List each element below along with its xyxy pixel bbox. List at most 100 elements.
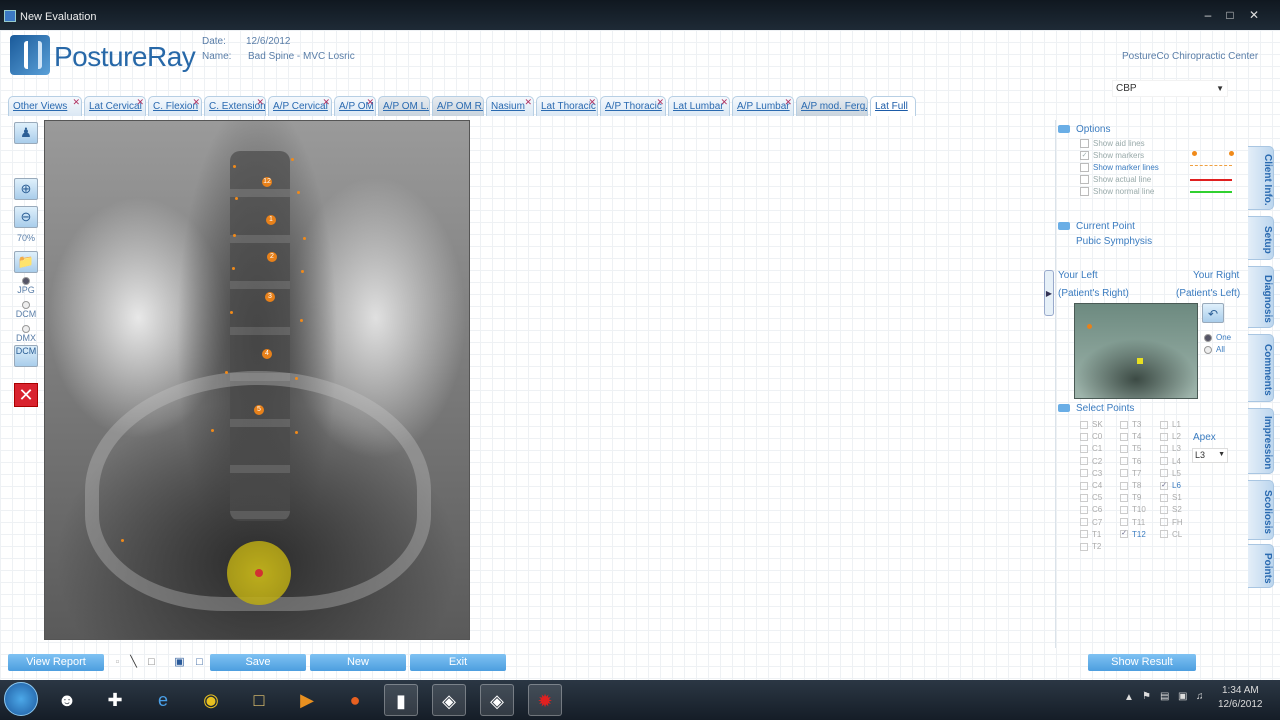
close-tab-icon[interactable]: ✕: [784, 97, 792, 108]
point-option-t12[interactable]: ✓ T12: [1120, 530, 1146, 539]
vertebra-marker[interactable]: 3: [265, 292, 275, 302]
all-option[interactable]: All: [1204, 345, 1225, 354]
checkbox[interactable]: [1080, 505, 1088, 514]
show-markers-option[interactable]: ✓ Show markers: [1080, 151, 1144, 160]
point-option-l3[interactable]: L3: [1160, 444, 1181, 453]
close-tab-icon[interactable]: ✕: [256, 97, 264, 108]
tab-lat-thoracic[interactable]: Lat Thoracic ✕: [536, 96, 598, 116]
dcm-button[interactable]: DCM: [14, 345, 38, 367]
point-option-l2[interactable]: L2: [1160, 432, 1181, 441]
tab-scoliosis[interactable]: Scoliosis: [1248, 480, 1274, 540]
checkbox[interactable]: [1120, 432, 1128, 441]
point-option-t4[interactable]: T4: [1120, 432, 1141, 441]
checkbox[interactable]: [1160, 457, 1168, 466]
checkbox[interactable]: [1160, 420, 1168, 429]
expand-handle-icon[interactable]: ▶: [1044, 270, 1054, 316]
close-tab-icon[interactable]: ✕: [136, 97, 144, 108]
pubic-symphysis-marker[interactable]: [227, 541, 291, 605]
point-option-s1[interactable]: S1: [1160, 493, 1182, 502]
tab-c-flexion[interactable]: C. Flexion ✕: [148, 96, 202, 116]
point-option-c1[interactable]: C1: [1080, 444, 1102, 453]
show-normal-line-option[interactable]: Show normal line: [1080, 187, 1154, 196]
tab-other-views[interactable]: Other Views ✕: [8, 96, 82, 116]
open-folder-icon[interactable]: 📁: [14, 251, 38, 273]
point-option-c3[interactable]: C3: [1080, 469, 1102, 478]
user-app-icon[interactable]: ☻: [50, 684, 84, 716]
frame-icon[interactable]: □: [194, 657, 205, 668]
select-points-header[interactable]: Select Points: [1056, 402, 1244, 416]
rectangle-tool-icon[interactable]: □: [146, 657, 157, 668]
tab-ap-lumbar[interactable]: A/P Lumbar ✕: [732, 96, 794, 116]
vertebra-marker[interactable]: 2: [267, 252, 277, 262]
close-tab-icon[interactable]: ✕: [588, 97, 596, 108]
point-option-c5[interactable]: C5: [1080, 493, 1102, 502]
rotate-icon[interactable]: ↶: [1202, 303, 1224, 323]
checkbox[interactable]: [1120, 505, 1128, 514]
point-option-fh[interactable]: FH: [1160, 518, 1183, 527]
point-option-c0[interactable]: C0: [1080, 432, 1102, 441]
vertebra-marker[interactable]: 1: [266, 215, 276, 225]
checkbox[interactable]: [1080, 432, 1088, 441]
checkbox[interactable]: [1160, 432, 1168, 441]
checkbox[interactable]: [1160, 444, 1168, 453]
minimize-button[interactable]: –: [1198, 8, 1218, 22]
checkbox[interactable]: ✓: [1160, 481, 1168, 490]
point-option-t8[interactable]: T8: [1120, 481, 1141, 490]
flag-icon[interactable]: ⚑: [1142, 691, 1151, 702]
point-option-t5[interactable]: T5: [1120, 444, 1141, 453]
checkbox[interactable]: [1080, 457, 1088, 466]
tab-diagnosis[interactable]: Diagnosis: [1248, 266, 1274, 328]
close-tab-icon[interactable]: ✕: [72, 97, 80, 108]
point-option-cl[interactable]: CL: [1160, 530, 1182, 539]
point-option-c7[interactable]: C7: [1080, 518, 1102, 527]
options-header[interactable]: Options: [1056, 123, 1244, 137]
app-taskbar-icon[interactable]: ◈: [432, 684, 466, 716]
checkbox[interactable]: [1080, 469, 1088, 478]
checkbox[interactable]: [1080, 139, 1089, 148]
tab-ap-mod-ferg[interactable]: A/P mod. Ferg.: [796, 96, 868, 116]
tab-lat-cervical[interactable]: Lat Cervical ✕: [84, 96, 146, 116]
jpg-radio[interactable]: [22, 277, 30, 285]
close-tab-icon[interactable]: ✕: [322, 97, 330, 108]
close-button[interactable]: ✕: [1244, 8, 1264, 22]
edge-point[interactable]: [233, 165, 236, 168]
point-option-s2[interactable]: S2: [1160, 505, 1182, 514]
edge-point[interactable]: [230, 311, 233, 314]
point-option-c2[interactable]: C2: [1080, 457, 1102, 466]
media-player-icon[interactable]: ▶: [290, 684, 324, 716]
tab-setup[interactable]: Setup: [1248, 216, 1274, 260]
vertebra-marker[interactable]: 5: [254, 405, 264, 415]
view-report-button[interactable]: View Report: [8, 654, 104, 671]
point-option-t3[interactable]: T3: [1120, 420, 1141, 429]
checkbox[interactable]: [1080, 187, 1089, 196]
checkbox[interactable]: [1080, 175, 1089, 184]
start-button[interactable]: [4, 682, 38, 716]
app-taskbar-icon[interactable]: ✹: [528, 684, 562, 716]
tab-ap-om[interactable]: A/P OM ✕: [334, 96, 376, 116]
checkbox[interactable]: [1160, 505, 1168, 514]
point-option-t1[interactable]: T1: [1080, 530, 1101, 539]
close-tab-icon[interactable]: ✕: [524, 97, 532, 108]
zoom-out-icon[interactable]: ⊖: [14, 206, 38, 228]
checkbox[interactable]: [1120, 518, 1128, 527]
show-actual-line-option[interactable]: Show actual line: [1080, 175, 1151, 184]
point-option-sk[interactable]: SK: [1080, 420, 1103, 429]
point-option-l5[interactable]: L5: [1160, 469, 1181, 478]
checkbox[interactable]: [1120, 444, 1128, 453]
checkbox[interactable]: [1160, 493, 1168, 502]
tab-lat-lumbar[interactable]: Lat Lumbar ✕: [668, 96, 730, 116]
edge-point[interactable]: [291, 158, 294, 161]
volume-icon[interactable]: ♫: [1196, 691, 1204, 702]
checkbox[interactable]: [1120, 481, 1128, 490]
point-option-t6[interactable]: T6: [1120, 457, 1141, 466]
tab-lat-full[interactable]: Lat Full: [870, 96, 916, 116]
monitor-icon[interactable]: ▣: [1178, 691, 1187, 702]
checkbox[interactable]: [1080, 530, 1088, 539]
edge-point[interactable]: [225, 371, 228, 374]
show-result-button[interactable]: Show Result: [1088, 654, 1196, 671]
edge-point[interactable]: [121, 539, 124, 542]
dcm-radio[interactable]: [22, 301, 30, 309]
edge-point[interactable]: [235, 197, 238, 200]
app-taskbar-icon[interactable]: ◈: [480, 684, 514, 716]
point-option-l1[interactable]: L1: [1160, 420, 1181, 429]
